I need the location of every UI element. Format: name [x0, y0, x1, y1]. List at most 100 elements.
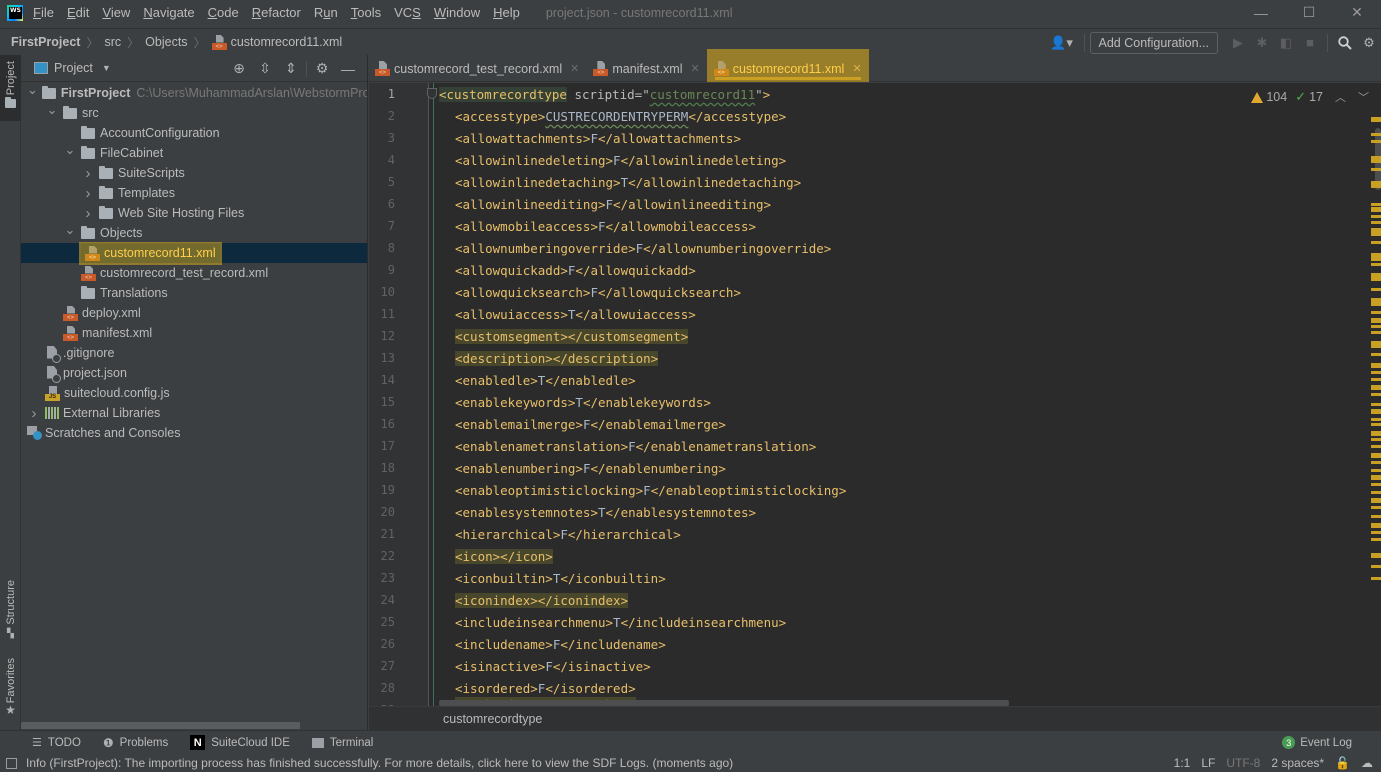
- search-icon[interactable]: [1333, 31, 1357, 55]
- warning-mark[interactable]: [1371, 461, 1381, 464]
- warning-mark[interactable]: [1371, 363, 1381, 368]
- tab-customrecord11-xml[interactable]: customrecord11.xml ✕: [706, 49, 869, 82]
- editor-breadcrumb-item[interactable]: customrecordtype: [443, 712, 542, 726]
- tree-item[interactable]: ›.gitignore: [21, 343, 367, 363]
- warning-mark[interactable]: [1371, 133, 1381, 136]
- menu-window[interactable]: Window: [434, 5, 480, 20]
- status-message[interactable]: Info (FirstProject): The importing proce…: [26, 756, 733, 770]
- menu-vcs[interactable]: VCS: [394, 5, 421, 20]
- warning-mark[interactable]: [1371, 371, 1381, 374]
- tab-manifest-xml[interactable]: manifest.xml ✕: [586, 55, 706, 82]
- warning-mark[interactable]: [1371, 515, 1381, 518]
- warning-mark[interactable]: [1371, 258, 1381, 261]
- tree-item[interactable]: ›customrecord_test_record.xml: [21, 263, 367, 283]
- tree-item[interactable]: ›deploy.xml: [21, 303, 367, 323]
- warning-mark[interactable]: [1371, 278, 1381, 281]
- problems-tool-button[interactable]: ❶ Problems: [103, 736, 168, 750]
- suitecloud-tool-button[interactable]: N SuiteCloud IDE: [190, 735, 290, 750]
- tree-item[interactable]: ⌄ src: [21, 102, 367, 123]
- warning-mark[interactable]: [1371, 553, 1381, 558]
- warning-mark[interactable]: [1371, 185, 1381, 188]
- project-panel-horizontal-scrollbar[interactable]: [21, 722, 300, 729]
- warning-mark[interactable]: [1371, 498, 1381, 503]
- stop-icon[interactable]: ■: [1298, 31, 1322, 55]
- menu-edit[interactable]: Edit: [67, 5, 89, 20]
- collapse-all-icon[interactable]: ⇕: [278, 60, 304, 77]
- warning-mark[interactable]: [1371, 288, 1381, 291]
- warning-mark[interactable]: [1371, 423, 1381, 426]
- terminal-tool-button[interactable]: Terminal: [311, 737, 373, 749]
- warning-mark[interactable]: [1371, 483, 1381, 486]
- warning-mark[interactable]: [1371, 345, 1381, 348]
- error-stripe[interactable]: [1371, 113, 1381, 703]
- warning-mark[interactable]: [1371, 445, 1381, 448]
- warning-mark[interactable]: [1371, 409, 1381, 414]
- menu-refactor[interactable]: Refactor: [252, 5, 301, 20]
- debug-icon[interactable]: ✱: [1250, 31, 1274, 55]
- warning-mark[interactable]: [1371, 523, 1381, 528]
- warning-mark[interactable]: [1371, 160, 1381, 163]
- menu-view[interactable]: View: [102, 5, 130, 20]
- warning-mark[interactable]: [1371, 403, 1381, 406]
- event-log-button[interactable]: 3 Event Log: [1282, 736, 1352, 749]
- warning-mark[interactable]: [1371, 491, 1381, 494]
- indent-setting[interactable]: 2 spaces*: [1271, 756, 1324, 770]
- tree-item[interactable]: › SuiteScripts: [21, 163, 367, 183]
- fold-icon[interactable]: [427, 88, 437, 99]
- warning-mark[interactable]: [1371, 241, 1381, 244]
- tree-item[interactable]: ⌄ FileCabinet: [21, 142, 367, 163]
- minimize-button[interactable]: —: [1237, 0, 1285, 25]
- chevron-down-icon[interactable]: ⌄: [63, 142, 77, 158]
- next-highlight-icon[interactable]: ﹀: [1358, 89, 1369, 105]
- tree-item[interactable]: ›suitecloud.config.js: [21, 383, 367, 403]
- tree-item[interactable]: ›customrecord11.xml: [21, 241, 367, 265]
- chevron-down-icon[interactable]: ⌄: [45, 102, 59, 118]
- warning-mark[interactable]: [1371, 531, 1381, 534]
- settings-icon[interactable]: ⚙: [1357, 31, 1381, 55]
- hide-panel-icon[interactable]: —: [335, 61, 361, 77]
- locate-file-icon[interactable]: ⊕: [226, 60, 252, 77]
- todo-tool-button[interactable]: ☰ TODO: [32, 736, 81, 750]
- tree-item[interactable]: › Templates: [21, 183, 367, 203]
- readonly-lock-icon[interactable]: 🔓: [1335, 756, 1350, 770]
- warning-mark[interactable]: [1371, 331, 1381, 334]
- menu-tools[interactable]: Tools: [351, 5, 381, 20]
- breadcrumb-project[interactable]: FirstProject: [11, 35, 80, 49]
- tree-item[interactable]: ›Translations: [21, 283, 367, 303]
- warning-mark[interactable]: [1371, 263, 1381, 266]
- breadcrumb-src[interactable]: src: [104, 35, 121, 49]
- warning-mark[interactable]: [1371, 140, 1381, 143]
- line-separator[interactable]: LF: [1201, 756, 1215, 770]
- favorites-tool-button[interactable]: Favorites ★: [0, 658, 21, 724]
- code-editor[interactable]: 1 <customrecordtype scriptid="customrecor…: [369, 83, 1381, 706]
- tree-item[interactable]: › Web Site Hosting Files: [21, 203, 367, 223]
- warning-mark[interactable]: [1371, 353, 1381, 356]
- breadcrumb-objects[interactable]: Objects: [145, 35, 187, 49]
- project-view-dropdown[interactable]: Project ▼: [34, 61, 111, 75]
- previous-highlight-icon[interactable]: ︿: [1335, 89, 1346, 105]
- panel-settings-icon[interactable]: ⚙: [309, 60, 335, 77]
- warning-mark[interactable]: [1371, 506, 1381, 509]
- close-tab-icon[interactable]: ✕: [852, 62, 861, 75]
- chevron-down-icon[interactable]: ⌄: [27, 82, 38, 98]
- caret-position[interactable]: 1:1: [1174, 756, 1191, 770]
- user-icon[interactable]: 👤▾: [1045, 31, 1079, 55]
- warning-mark[interactable]: [1371, 325, 1381, 328]
- warning-mark[interactable]: [1371, 221, 1381, 224]
- menu-navigate[interactable]: Navigate: [143, 5, 194, 20]
- chevron-right-icon[interactable]: ›: [81, 205, 95, 222]
- warning-mark[interactable]: [1371, 215, 1381, 218]
- warning-mark[interactable]: [1371, 538, 1381, 541]
- breadcrumb-file[interactable]: customrecord11.xml: [211, 35, 342, 50]
- tree-item[interactable]: › External Libraries: [21, 403, 367, 423]
- coverage-icon[interactable]: ◧: [1274, 31, 1298, 55]
- project-tool-button[interactable]: Project: [0, 55, 21, 121]
- inspection-widget[interactable]: 104 ✓ 17 ︿ ﹀: [1251, 89, 1369, 105]
- file-encoding[interactable]: UTF-8: [1226, 756, 1260, 770]
- warning-mark[interactable]: [1371, 577, 1381, 580]
- warning-mark[interactable]: [1371, 378, 1381, 381]
- warning-mark[interactable]: [1371, 418, 1381, 421]
- warning-mark[interactable]: [1371, 203, 1381, 206]
- structure-tool-button[interactable]: Structure ▚: [0, 580, 21, 646]
- tree-item[interactable]: ⌄ Objects: [21, 222, 367, 243]
